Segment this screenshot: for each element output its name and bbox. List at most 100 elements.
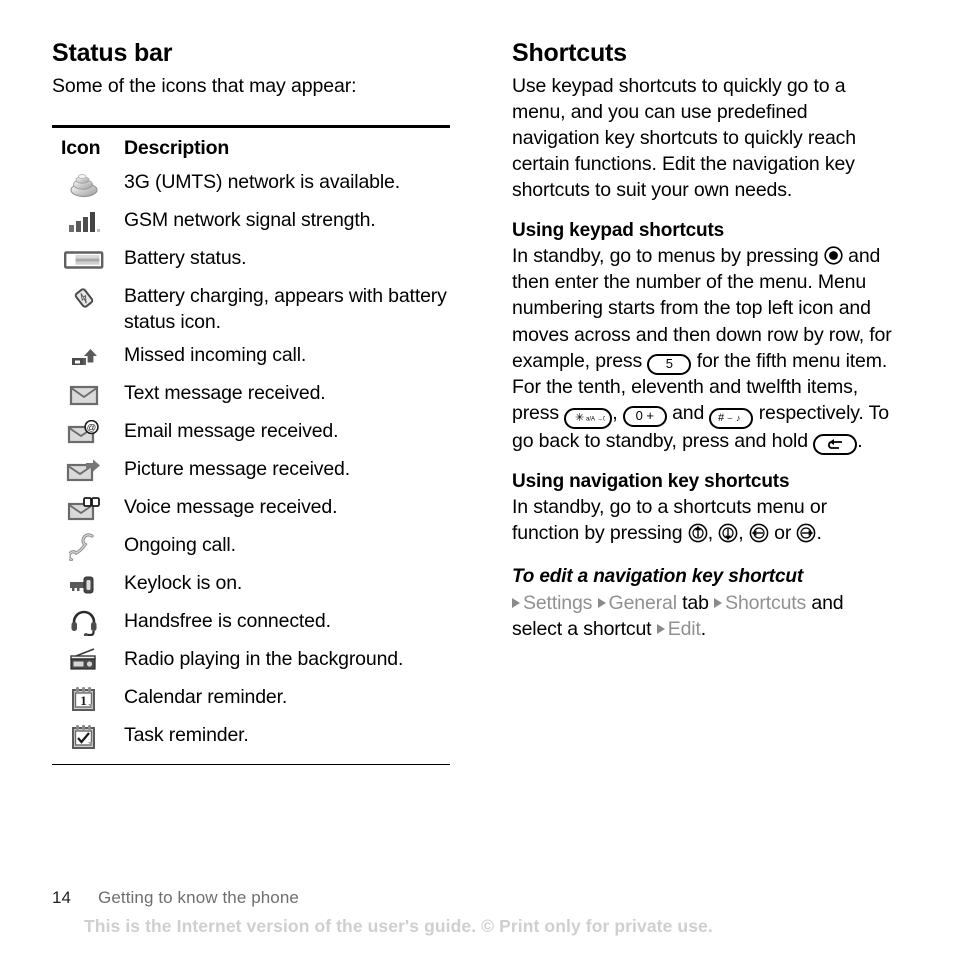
select-key-icon (824, 246, 843, 266)
text-message-icon (52, 378, 116, 412)
icon-cell (52, 492, 124, 530)
nav-text-2: or (774, 521, 792, 544)
footer-chapter: Getting to know the phone (98, 888, 299, 907)
nav-down-key-icon (718, 523, 738, 543)
icon-description: Task reminder. (124, 723, 249, 746)
3g-umts-network-icon (52, 167, 116, 201)
heading-using-keypad-shortcuts: Using keypad shortcuts (512, 220, 725, 242)
handsfree-icon (52, 606, 116, 640)
page-title-shortcuts: Shortcuts (512, 39, 627, 67)
table-row: 1 Calendar reminder. (52, 682, 450, 720)
status-icons-table-body: 3G (UMTS) network is available. GSM netw… (52, 167, 450, 757)
table-row: @ Email message received. (52, 416, 450, 454)
icon-description: Battery status. (124, 247, 247, 270)
email-message-icon: @ (52, 416, 116, 450)
icon-description: Ongoing call. (124, 533, 236, 556)
menu-step-shortcuts[interactable]: Shortcuts (725, 592, 806, 614)
icon-description: 3G (UMTS) network is available. (124, 171, 401, 194)
icon-cell (52, 454, 124, 492)
status-icons-table-wrapper: Icon Description 3G (UMTS) network is av… (52, 125, 450, 765)
shortcuts-intro: Use keypad shortcuts to quickly go to a … (512, 75, 856, 202)
table-row: Missed incoming call. (52, 340, 450, 378)
icon-description: Picture message received. (124, 457, 351, 480)
column-header-description: Description (124, 137, 230, 160)
icon-cell (52, 167, 124, 205)
table-row: Picture message received. (52, 454, 450, 492)
icon-cell (52, 205, 124, 243)
nav-up-key-icon (688, 523, 708, 543)
status-bar-intro: Some of the icons that may appear: (52, 75, 357, 98)
keypad-text-6: . (857, 429, 863, 452)
table-row: 3G (UMTS) network is available. (52, 167, 450, 205)
right-column: Shortcuts Use keypad shortcuts to quickl… (512, 40, 892, 642)
icon-cell (52, 281, 124, 339)
table-row: Keylock is on. (52, 568, 450, 606)
table-row: Voice message received. (52, 492, 450, 530)
nav-sep-1: , (707, 521, 713, 544)
svg-text:✳: ✳ (575, 412, 584, 423)
icon-description: Radio playing in the background. (124, 647, 404, 670)
svg-text:→0: →0 (597, 417, 605, 423)
nav-left-key-icon (749, 523, 769, 543)
menu-step-general[interactable]: General (609, 592, 677, 614)
svg-text:♪: ♪ (736, 413, 741, 423)
menu-step-edit[interactable]: Edit (668, 618, 701, 640)
nav-right-key-icon (796, 523, 816, 543)
keypad-sep-1: , (612, 401, 618, 424)
table-row: Battery status. (52, 243, 450, 281)
column-header-icon: Icon (61, 137, 101, 160)
icon-description: Text message received. (124, 381, 326, 404)
battery-status-icon (52, 243, 116, 277)
table-row: Text message received. (52, 378, 450, 416)
keypad-text-4: and (672, 401, 705, 424)
radio-icon (52, 644, 116, 678)
svg-text:#: # (718, 412, 725, 423)
icon-description: Keylock is on. (124, 571, 243, 594)
footer-line: 14 Getting to know the phone (52, 888, 912, 908)
manual-page: Status bar Some of the icons that may ap… (0, 0, 954, 954)
table-row: Handsfree is connected. (52, 606, 450, 644)
ongoing-call-icon (52, 530, 116, 564)
icon-cell (52, 720, 124, 758)
heading-using-navigation-key-shortcuts: Using navigation key shortcuts (512, 470, 790, 492)
svg-text:@: @ (87, 422, 97, 433)
icon-cell (52, 644, 124, 682)
menu-step-tab-label: tab (682, 591, 709, 614)
table-header-row: Icon Description (52, 128, 450, 167)
icon-cell: @ (52, 416, 124, 454)
navigation-shortcuts-paragraph: In standby, go to a shortcuts menu or fu… (512, 494, 892, 546)
gsm-signal-strength-icon (52, 205, 116, 239)
voice-message-icon (52, 492, 116, 526)
keypad-text-1: In standby, go to menus by pressing (512, 245, 819, 268)
status-icons-table: Icon Description 3G (UMTS) network is av… (52, 128, 450, 757)
icon-description: Email message received. (124, 419, 339, 442)
page-footer: 14 Getting to know the phone This is the … (52, 888, 912, 937)
keypad-shortcuts-paragraph: In standby, go to menus by pressing and … (512, 243, 892, 455)
table-row: Ongoing call. (52, 530, 450, 568)
icon-description: Battery charging, appears with battery s… (124, 285, 447, 334)
icon-description: Voice message received. (124, 495, 338, 518)
key-star: ✳ a/A →0 (564, 407, 613, 429)
key-back-icon (813, 433, 858, 455)
icon-cell (52, 530, 124, 568)
menu-step-settings[interactable]: Settings (523, 592, 592, 614)
nav-text-3: . (816, 521, 822, 544)
step-arrow-icon (656, 623, 665, 634)
page-number: 14 (52, 888, 72, 907)
nav-sep-2: , (738, 521, 744, 544)
svg-text:a/A: a/A (586, 417, 595, 423)
table-row: Task reminder. (52, 720, 450, 758)
svg-text:⌣: ⌣ (727, 413, 733, 423)
icon-cell: 1 (52, 682, 124, 720)
svg-text:1: 1 (80, 693, 87, 708)
step-arrow-icon (512, 597, 520, 608)
icon-cell (52, 568, 124, 606)
icon-description: GSM network signal strength. (124, 209, 376, 232)
icon-description: Missed incoming call. (124, 343, 307, 366)
step-arrow-icon (597, 597, 606, 608)
keylock-icon (52, 568, 116, 602)
key-0: 0 + (622, 405, 667, 427)
table-row: Battery charging, appears with battery s… (52, 281, 450, 339)
menu-step-period: . (700, 617, 707, 640)
icon-cell (52, 243, 124, 281)
